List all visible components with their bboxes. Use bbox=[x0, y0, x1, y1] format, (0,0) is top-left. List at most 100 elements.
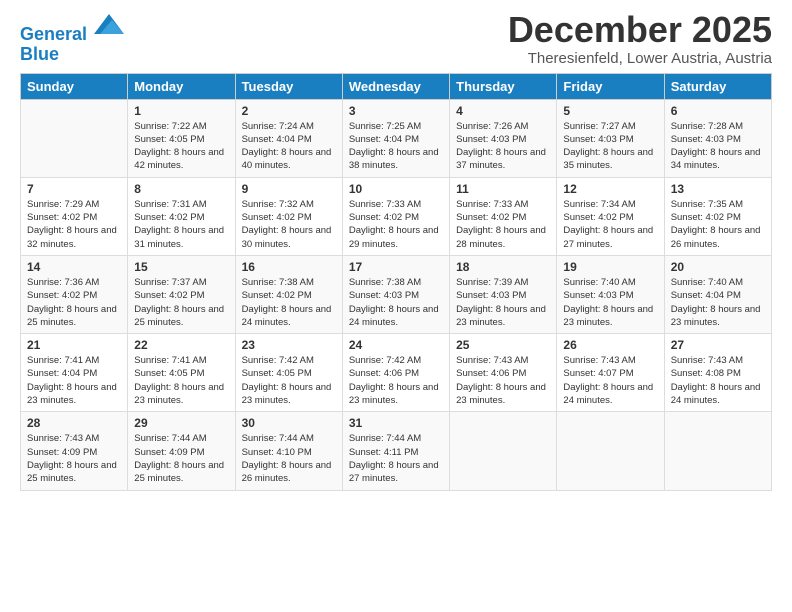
calendar-cell bbox=[21, 99, 128, 177]
calendar-cell: 31 Sunrise: 7:44 AMSunset: 4:11 PMDayligh… bbox=[342, 412, 449, 490]
calendar-cell: 2 Sunrise: 7:24 AMSunset: 4:04 PMDaylight… bbox=[235, 99, 342, 177]
cell-info: Sunrise: 7:44 AMSunset: 4:10 PMDaylight:… bbox=[242, 432, 336, 485]
calendar-cell bbox=[664, 412, 771, 490]
week-row-0: 1 Sunrise: 7:22 AMSunset: 4:05 PMDaylight… bbox=[21, 99, 772, 177]
day-number: 8 bbox=[134, 182, 228, 196]
cell-info: Sunrise: 7:43 AMSunset: 4:07 PMDaylight:… bbox=[563, 354, 657, 407]
page-container: General Blue December 2025 Theresienfeld… bbox=[0, 0, 792, 501]
day-number: 16 bbox=[242, 260, 336, 274]
calendar-cell: 13Sunrise: 7:35 AMSunset: 4:02 PMDayligh… bbox=[664, 177, 771, 255]
cell-info: Sunrise: 7:43 AMSunset: 4:08 PMDaylight:… bbox=[671, 354, 765, 407]
cell-info: Sunrise: 7:28 AMSunset: 4:03 PMDaylight:… bbox=[671, 120, 765, 173]
calendar-cell: 26Sunrise: 7:43 AMSunset: 4:07 PMDayligh… bbox=[557, 334, 664, 412]
week-row-4: 28Sunrise: 7:43 AMSunset: 4:09 PMDayligh… bbox=[21, 412, 772, 490]
calendar-cell: 4 Sunrise: 7:26 AMSunset: 4:03 PMDaylight… bbox=[450, 99, 557, 177]
day-number: 20 bbox=[671, 260, 765, 274]
day-number: 6 bbox=[671, 104, 765, 118]
cell-info: Sunrise: 7:37 AMSunset: 4:02 PMDaylight:… bbox=[134, 276, 228, 329]
header-thursday: Thursday bbox=[450, 73, 557, 99]
day-number: 10 bbox=[349, 182, 443, 196]
cell-info: Sunrise: 7:42 AMSunset: 4:06 PMDaylight:… bbox=[349, 354, 443, 407]
day-number: 17 bbox=[349, 260, 443, 274]
week-row-2: 14 Sunrise: 7:36 AMSunset: 4:02 PMDayligh… bbox=[21, 255, 772, 333]
logo: General Blue bbox=[20, 14, 124, 65]
cell-info: Sunrise: 7:41 AMSunset: 4:04 PMDaylight:… bbox=[27, 354, 121, 407]
calendar-cell: 18Sunrise: 7:39 AMSunset: 4:03 PMDayligh… bbox=[450, 255, 557, 333]
day-number: 25 bbox=[456, 338, 550, 352]
cell-info: Sunrise: 7:31 AMSunset: 4:02 PMDaylight:… bbox=[134, 198, 228, 251]
day-number: 9 bbox=[242, 182, 336, 196]
calendar-cell: 22 Sunrise: 7:41 AMSunset: 4:05 PMDayligh… bbox=[128, 334, 235, 412]
week-row-3: 21 Sunrise: 7:41 AMSunset: 4:04 PMDayligh… bbox=[21, 334, 772, 412]
day-number: 3 bbox=[349, 104, 443, 118]
calendar-cell: 12Sunrise: 7:34 AMSunset: 4:02 PMDayligh… bbox=[557, 177, 664, 255]
day-number: 24 bbox=[349, 338, 443, 352]
cell-info: Sunrise: 7:40 AMSunset: 4:04 PMDaylight:… bbox=[671, 276, 765, 329]
calendar-cell: 9 Sunrise: 7:32 AMSunset: 4:02 PMDaylight… bbox=[235, 177, 342, 255]
cell-info: Sunrise: 7:27 AMSunset: 4:03 PMDaylight:… bbox=[563, 120, 657, 173]
calendar-cell: 8 Sunrise: 7:31 AMSunset: 4:02 PMDaylight… bbox=[128, 177, 235, 255]
subtitle: Theresienfeld, Lower Austria, Austria bbox=[508, 50, 772, 67]
cell-info: Sunrise: 7:26 AMSunset: 4:03 PMDaylight:… bbox=[456, 120, 550, 173]
cell-info: Sunrise: 7:44 AMSunset: 4:11 PMDaylight:… bbox=[349, 432, 443, 485]
cell-info: Sunrise: 7:44 AMSunset: 4:09 PMDaylight:… bbox=[134, 432, 228, 485]
day-number: 29 bbox=[134, 416, 228, 430]
cell-info: Sunrise: 7:38 AMSunset: 4:02 PMDaylight:… bbox=[242, 276, 336, 329]
cell-info: Sunrise: 7:42 AMSunset: 4:05 PMDaylight:… bbox=[242, 354, 336, 407]
calendar-cell: 11Sunrise: 7:33 AMSunset: 4:02 PMDayligh… bbox=[450, 177, 557, 255]
logo-text: General bbox=[20, 14, 124, 45]
calendar-cell: 7 Sunrise: 7:29 AMSunset: 4:02 PMDaylight… bbox=[21, 177, 128, 255]
cell-info: Sunrise: 7:33 AMSunset: 4:02 PMDaylight:… bbox=[349, 198, 443, 251]
day-number: 28 bbox=[27, 416, 121, 430]
day-number: 11 bbox=[456, 182, 550, 196]
cell-info: Sunrise: 7:39 AMSunset: 4:03 PMDaylight:… bbox=[456, 276, 550, 329]
cell-info: Sunrise: 7:22 AMSunset: 4:05 PMDaylight:… bbox=[134, 120, 228, 173]
month-title: December 2025 bbox=[508, 10, 772, 50]
calendar-cell bbox=[450, 412, 557, 490]
calendar-cell: 17 Sunrise: 7:38 AMSunset: 4:03 PMDayligh… bbox=[342, 255, 449, 333]
calendar-cell: 29 Sunrise: 7:44 AMSunset: 4:09 PMDayligh… bbox=[128, 412, 235, 490]
calendar-cell: 5 Sunrise: 7:27 AMSunset: 4:03 PMDaylight… bbox=[557, 99, 664, 177]
cell-info: Sunrise: 7:41 AMSunset: 4:05 PMDaylight:… bbox=[134, 354, 228, 407]
logo-general: General bbox=[20, 24, 87, 44]
header-tuesday: Tuesday bbox=[235, 73, 342, 99]
day-number: 5 bbox=[563, 104, 657, 118]
day-number: 7 bbox=[27, 182, 121, 196]
day-number: 22 bbox=[134, 338, 228, 352]
calendar-cell: 3Sunrise: 7:25 AMSunset: 4:04 PMDaylight… bbox=[342, 99, 449, 177]
calendar-cell: 16 Sunrise: 7:38 AMSunset: 4:02 PMDayligh… bbox=[235, 255, 342, 333]
calendar-cell: 6 Sunrise: 7:28 AMSunset: 4:03 PMDaylight… bbox=[664, 99, 771, 177]
day-number: 1 bbox=[134, 104, 228, 118]
calendar-cell: 15Sunrise: 7:37 AMSunset: 4:02 PMDayligh… bbox=[128, 255, 235, 333]
week-row-1: 7 Sunrise: 7:29 AMSunset: 4:02 PMDaylight… bbox=[21, 177, 772, 255]
day-number: 13 bbox=[671, 182, 765, 196]
cell-info: Sunrise: 7:24 AMSunset: 4:04 PMDaylight:… bbox=[242, 120, 336, 173]
header-friday: Friday bbox=[557, 73, 664, 99]
day-number: 23 bbox=[242, 338, 336, 352]
day-number: 2 bbox=[242, 104, 336, 118]
cell-info: Sunrise: 7:43 AMSunset: 4:06 PMDaylight:… bbox=[456, 354, 550, 407]
header-row: SundayMondayTuesdayWednesdayThursdayFrid… bbox=[21, 73, 772, 99]
day-number: 30 bbox=[242, 416, 336, 430]
day-number: 27 bbox=[671, 338, 765, 352]
day-number: 4 bbox=[456, 104, 550, 118]
day-number: 19 bbox=[563, 260, 657, 274]
day-number: 14 bbox=[27, 260, 121, 274]
day-number: 31 bbox=[349, 416, 443, 430]
calendar-cell: 1 Sunrise: 7:22 AMSunset: 4:05 PMDaylight… bbox=[128, 99, 235, 177]
cell-info: Sunrise: 7:34 AMSunset: 4:02 PMDaylight:… bbox=[563, 198, 657, 251]
calendar-cell: 27 Sunrise: 7:43 AMSunset: 4:08 PMDayligh… bbox=[664, 334, 771, 412]
day-number: 21 bbox=[27, 338, 121, 352]
calendar-cell: 19 Sunrise: 7:40 AMSunset: 4:03 PMDayligh… bbox=[557, 255, 664, 333]
cell-info: Sunrise: 7:32 AMSunset: 4:02 PMDaylight:… bbox=[242, 198, 336, 251]
header-saturday: Saturday bbox=[664, 73, 771, 99]
title-section: December 2025 Theresienfeld, Lower Austr… bbox=[508, 10, 772, 67]
cell-info: Sunrise: 7:29 AMSunset: 4:02 PMDaylight:… bbox=[27, 198, 121, 251]
calendar-cell: 21 Sunrise: 7:41 AMSunset: 4:04 PMDayligh… bbox=[21, 334, 128, 412]
cell-info: Sunrise: 7:38 AMSunset: 4:03 PMDaylight:… bbox=[349, 276, 443, 329]
cell-info: Sunrise: 7:36 AMSunset: 4:02 PMDaylight:… bbox=[27, 276, 121, 329]
calendar-cell: 10 Sunrise: 7:33 AMSunset: 4:02 PMDayligh… bbox=[342, 177, 449, 255]
header: General Blue December 2025 Theresienfeld… bbox=[20, 10, 772, 67]
cell-info: Sunrise: 7:40 AMSunset: 4:03 PMDaylight:… bbox=[563, 276, 657, 329]
header-wednesday: Wednesday bbox=[342, 73, 449, 99]
